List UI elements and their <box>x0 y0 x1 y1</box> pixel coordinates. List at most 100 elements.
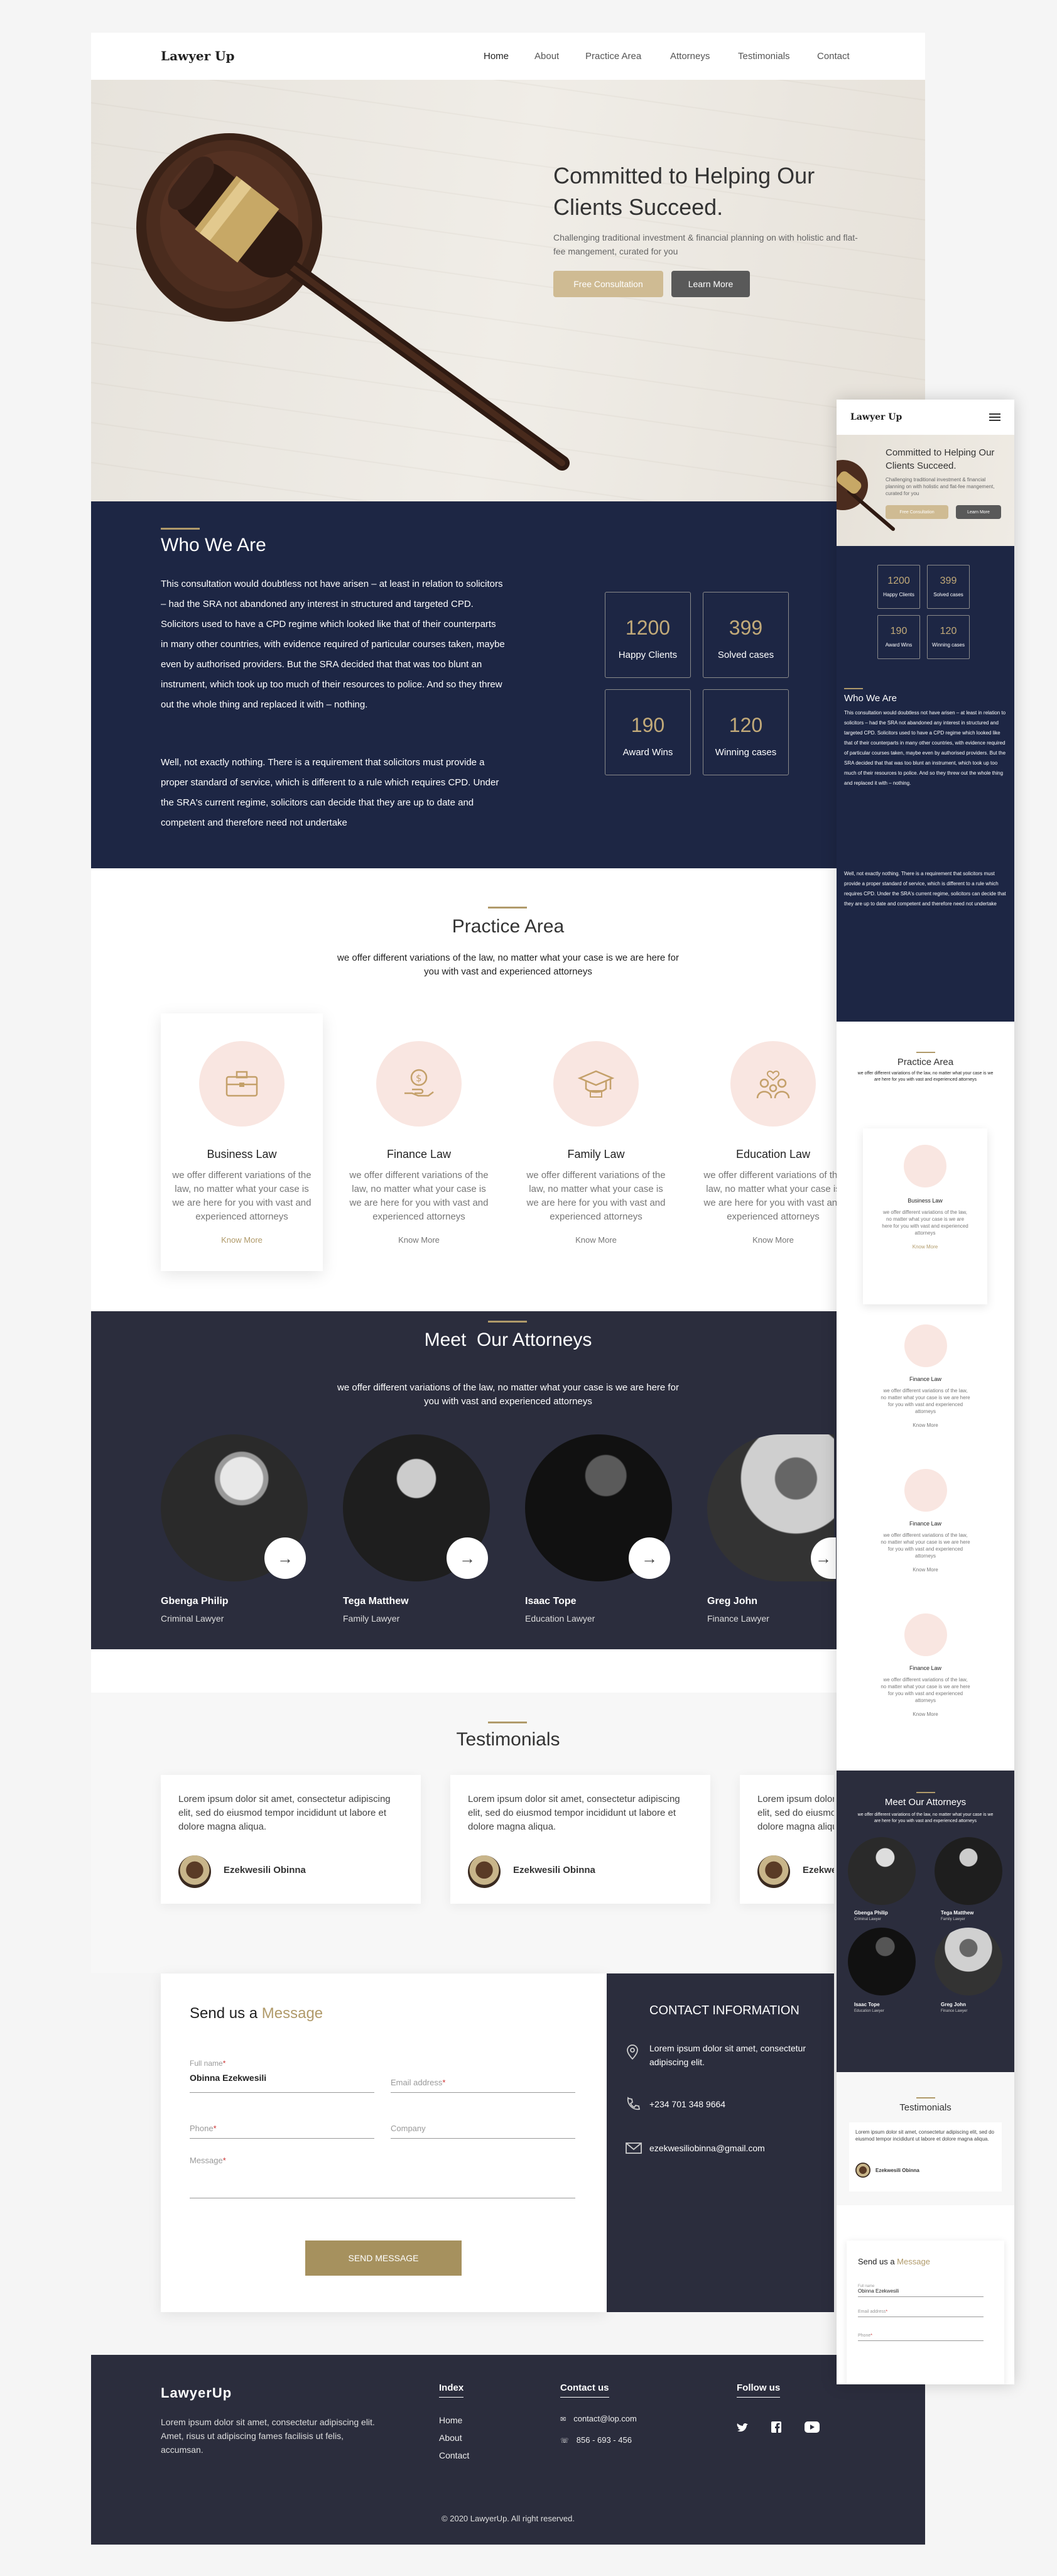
family-icon <box>730 1041 816 1127</box>
nav-home[interactable]: Home <box>484 51 509 62</box>
mobile-attorneys-section: Meet Our Attorneys we offer different va… <box>837 1771 1014 2072</box>
testimonial-quote: Lorem ipsum dolor sit amet, consectetur … <box>468 1794 680 1832</box>
testimonial-card: Lorem ipsum dolor sit amet, consectetur … <box>161 1775 421 1904</box>
attorney-role: Finance Lawyer <box>707 1613 769 1624</box>
twitter-icon[interactable] <box>737 2423 748 2433</box>
know-more-link[interactable]: Know More <box>837 1567 1014 1573</box>
attorney-card-isaac[interactable]: Isaac Tope Education Lawyer <box>525 1596 595 1624</box>
company-field[interactable]: Company <box>391 2115 575 2139</box>
mobile-practice-card[interactable]: Business Law we offer different variatio… <box>863 1128 987 1304</box>
youtube-icon[interactable] <box>805 2421 820 2433</box>
required-mark: * <box>870 2333 872 2338</box>
stat-award-wins: 190 Award Wins <box>605 689 691 775</box>
full-name-field[interactable]: Full name Obinna Ezekwesili <box>858 2284 984 2297</box>
avatar <box>178 1855 211 1888</box>
footer-link-about[interactable]: About <box>439 2433 462 2443</box>
nav-attorneys[interactable]: Attorneys <box>670 51 710 62</box>
send-message-button[interactable]: SEND MESSAGE <box>305 2240 462 2276</box>
stat-label: Winning cases <box>715 747 777 758</box>
message-field[interactable]: Message* <box>190 2156 575 2198</box>
mail-icon <box>626 2142 642 2154</box>
know-more-link[interactable]: Know More <box>338 1235 500 1245</box>
attorney-card-tega[interactable]: Tega Matthew Family Lawyer <box>343 1596 409 1624</box>
mobile-practice-card[interactable]: Finance Law we offer different variation… <box>837 1469 1014 1573</box>
know-more-link[interactable]: Know More <box>161 1235 323 1245</box>
testimonial-quote: Lorem ipsum dolor sit amet, consectetur … <box>855 2129 994 2142</box>
contact-info-title: CONTACT INFORMATION <box>649 2004 800 2017</box>
attorneys-title-a: Meet <box>424 1329 467 1350</box>
mail-icon: ✉ <box>560 2416 566 2423</box>
field-label: Company <box>391 2124 426 2133</box>
footer-follow-title: Follow us <box>737 2382 781 2398</box>
contact-phone[interactable]: +234 701 348 9664 <box>649 2099 725 2109</box>
know-more-link[interactable]: Know More <box>837 1711 1014 1717</box>
practice-card-title: Finance Law <box>909 1665 942 1671</box>
field-label: Phone <box>858 2333 871 2338</box>
footer-phone[interactable]: ☏ 856 - 693 - 456 <box>560 2435 632 2445</box>
stat-label: Happy Clients <box>618 650 678 660</box>
field-label: Email address <box>858 2310 886 2314</box>
testimonial-quote: Lorem ipsum dolor sit amet, consectetur … <box>178 1794 391 1832</box>
contact-email[interactable]: ezekwesiliobinna@gmail.com <box>649 2143 765 2153</box>
facebook-icon[interactable] <box>771 2421 781 2433</box>
footer-link-home[interactable]: Home <box>439 2415 462 2425</box>
stat-label: Solved cases <box>933 592 963 598</box>
stat-award-wins: 190 Award Wins <box>877 615 920 659</box>
nav-testimonials[interactable]: Testimonials <box>738 51 790 62</box>
hamburger-menu-icon[interactable] <box>989 413 1000 421</box>
learn-more-button[interactable]: Learn More <box>671 271 750 297</box>
section-rule <box>488 1321 527 1323</box>
footer-link-contact[interactable]: Contact <box>439 2450 469 2460</box>
email-field[interactable]: Email address* <box>391 2069 575 2093</box>
practice-card-desc: we offer different variations of the law… <box>881 1677 970 1703</box>
nav-about[interactable]: About <box>534 51 559 62</box>
mobile-learn-more-button[interactable]: Learn More <box>956 505 1001 519</box>
know-more-link[interactable]: Know More <box>837 1422 1014 1428</box>
nav-contact[interactable]: Contact <box>817 51 850 62</box>
section-rule <box>161 528 200 530</box>
mobile-attorneys-subtitle: we offer different variations of the law… <box>857 1813 994 1823</box>
testimonial-card: Lorem ipsum dolor sit amet, consectetur … <box>450 1775 710 1904</box>
footer-logo[interactable]: LawyerUp <box>161 2385 232 2401</box>
footer-email[interactable]: ✉ contact@lop.com <box>560 2414 637 2423</box>
attorney-name: Gbenga Philip <box>854 1910 888 1916</box>
arrow-right-icon[interactable]: → <box>629 1537 670 1579</box>
section-rule <box>916 1792 935 1793</box>
mobile-practice-card[interactable]: Finance Law we offer different variation… <box>837 1613 1014 1717</box>
free-consultation-button[interactable]: Free Consultation <box>553 271 663 297</box>
phone-field[interactable]: Phone* <box>190 2115 374 2139</box>
mobile-who-section: 1200 Happy Clients 399 Solved cases 190 Awa… <box>837 546 1014 1022</box>
mobile-logo[interactable]: Lawyer Up <box>850 412 902 422</box>
attorney-name: Greg John <box>707 1596 758 1607</box>
know-more-link[interactable]: Know More <box>863 1244 987 1250</box>
hero-title-line1: Committed to Helping Our <box>553 163 815 188</box>
brand-logo[interactable]: Lawyer Up <box>161 48 235 63</box>
practice-card-desc: we offer different variations of the law… <box>526 1170 666 1222</box>
know-more-link[interactable]: Know More <box>515 1235 677 1245</box>
practice-card-title: Family Law <box>567 1148 625 1160</box>
arrow-right-icon[interactable]: → <box>447 1537 488 1579</box>
mobile-free-consultation-button[interactable]: Free Consultation <box>886 505 948 519</box>
phone-field[interactable]: Phone* <box>858 2333 984 2341</box>
phone-icon <box>627 2097 641 2110</box>
nav-practice-area[interactable]: Practice Area <box>585 51 641 62</box>
copyright: © 2020 LawyerUp. All right reserved. <box>442 2514 575 2523</box>
mobile-practice-card[interactable]: Finance Law we offer different variation… <box>837 1324 1014 1428</box>
practice-card-business[interactable]: Business Law we offer different variatio… <box>161 1013 323 1271</box>
hero-title-line2: Clients Succeed. <box>553 194 724 220</box>
practice-card-finance[interactable]: $ Finance Law we offer different variati… <box>338 1013 500 1271</box>
arrow-right-icon[interactable]: → <box>264 1537 306 1579</box>
full-name-field[interactable]: Full name* Obinna Ezekwesili <box>190 2059 374 2093</box>
practice-card-education[interactable]: Education Law we offer different variati… <box>692 1013 854 1271</box>
stat-solved-cases: 399 Solved cases <box>703 592 789 678</box>
testimonial-card: Lorem ipsum dolor sit amet, consectetur … <box>740 1775 834 1904</box>
who-we-are-section: Who We Are This consultation would doubt… <box>91 501 925 868</box>
email-field[interactable]: Email address* <box>858 2310 984 2317</box>
attorney-card-greg[interactable]: Greg John Finance Lawyer <box>707 1596 769 1624</box>
footer-index-title: Index <box>439 2382 464 2398</box>
know-more-link[interactable]: Know More <box>692 1235 854 1245</box>
mobile-attorneys-title: Meet Our Attorneys <box>884 1797 967 1808</box>
attorney-card-gbenga[interactable]: Gbenga Philip Criminal Lawyer <box>161 1596 229 1624</box>
practice-card-family[interactable]: Family Law we offer different variations… <box>515 1013 677 1271</box>
mobile-testimonials-section: Testimonials Lorem ipsum dolor sit amet,… <box>837 2072 1014 2205</box>
